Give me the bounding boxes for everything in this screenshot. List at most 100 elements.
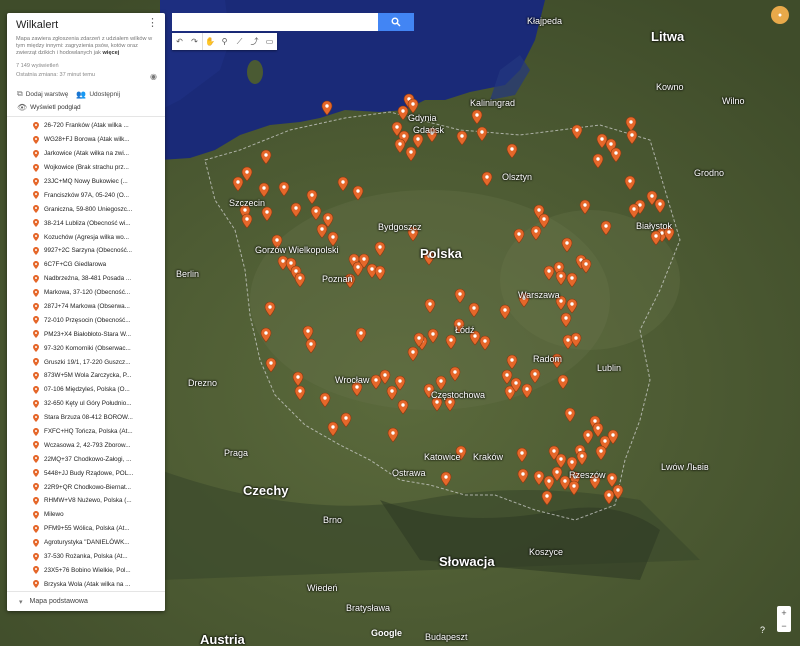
map-pin-icon: [33, 538, 39, 547]
map-pin-icon: [33, 510, 39, 519]
account-avatar[interactable]: ●: [771, 6, 789, 24]
google-logo: Google: [371, 628, 402, 638]
undo-icon[interactable]: ↶: [172, 33, 187, 50]
map-place-label: Kłajpeda: [527, 16, 563, 26]
preview-button[interactable]: 👁 Wyświetl podgląd: [7, 99, 165, 117]
list-item[interactable]: 5448+JJ Budy Rządowe, POL...: [7, 466, 165, 480]
list-item[interactable]: Brzyska Wola (Atak wilka na ...: [7, 577, 165, 591]
list-item[interactable]: Milewo: [7, 508, 165, 522]
list-item-label: Nadbrzeżna, 38-481 Posada ...: [44, 275, 132, 283]
map-place-label: Litwa: [651, 29, 685, 44]
map-toolbar: ↶ ↷ ✋ ⚲ ⟋ ⤴ ▭: [172, 33, 277, 50]
panel-actions: ⧉ Dodaj warstwę 👥 Udostępnij: [7, 81, 165, 99]
list-item[interactable]: FXFC+HQ Tończa, Polska (At...: [7, 425, 165, 439]
map-description: Mapa zawiera zgłoszenia zdarzeń z udział…: [16, 36, 156, 57]
redo-icon[interactable]: ↷: [187, 33, 202, 50]
zoom-in-icon[interactable]: +: [781, 608, 786, 618]
map-place-label: Kaliningrad: [470, 98, 516, 108]
share-button[interactable]: 👥 Udostępnij: [76, 89, 120, 99]
list-item[interactable]: Markowa, 37-120 (Obecność...: [7, 286, 165, 300]
zoom-control[interactable]: + −: [777, 606, 791, 632]
list-item[interactable]: 97-320 Komorniki (Obserwac...: [7, 341, 165, 355]
list-item-label: 38-214 Lubliza (Obecność wi...: [44, 219, 131, 227]
zoom-out-icon[interactable]: −: [781, 621, 786, 631]
list-item[interactable]: Franciszków 97A, 05-240 (O...: [7, 188, 165, 202]
ruler-icon[interactable]: ▭: [262, 33, 277, 50]
chevron-down-icon: ▾: [19, 598, 23, 606]
map-place-label: Lwów Львів: [661, 462, 709, 472]
search-button[interactable]: [378, 13, 414, 31]
list-item[interactable]: PFM9+55 Wólica, Polska (At...: [7, 522, 165, 536]
map-place-label: Radom: [533, 354, 563, 364]
map-pin-icon: [33, 483, 39, 492]
hand-icon[interactable]: ✋: [202, 33, 217, 50]
help-icon[interactable]: ?: [760, 625, 765, 635]
list-item-label: Gruszki 19/1, 17-220 Guszcz...: [44, 358, 131, 366]
list-item[interactable]: Wojkowice (Brak strachu prz...: [7, 161, 165, 175]
map-pin-icon: [33, 135, 39, 144]
list-item[interactable]: 287J+74 Markowa (Obserwa...: [7, 300, 165, 314]
list-item[interactable]: Gruszki 19/1, 17-220 Guszcz...: [7, 355, 165, 369]
map-place-label: Olsztyn: [502, 172, 533, 182]
visibility-icon[interactable]: ◉: [150, 72, 157, 81]
map-place-label: Bydgoszcz: [378, 222, 422, 232]
more-options-icon[interactable]: ⋮: [147, 18, 158, 29]
map-side-panel: Wilkalert ⋮ Mapa zawiera zgłoszenia zdar…: [7, 13, 165, 611]
map-pin-icon: [33, 441, 39, 450]
search-input[interactable]: [172, 13, 378, 31]
add-layer-icon: ⧉: [17, 89, 23, 98]
list-item[interactable]: 873W+5M Wola Zarczycka, P...: [7, 369, 165, 383]
list-item[interactable]: 9927+2C Sarzyna (Obecność...: [7, 244, 165, 258]
list-item[interactable]: 22MQ+37 Chodkowo-Załogi, ...: [7, 452, 165, 466]
map-place-label: Polska: [420, 246, 462, 261]
list-item[interactable]: 23JC+MQ Nowy Bukowiec (...: [7, 175, 165, 189]
list-item-label: 9927+2C Sarzyna (Obecność...: [44, 247, 133, 255]
list-item-label: 287J+74 Markowa (Obserwa...: [44, 303, 130, 311]
list-item[interactable]: 32-650 Kęty ul Góry Południo...: [7, 397, 165, 411]
list-item[interactable]: Nadbrzeżna, 38-481 Posada ...: [7, 272, 165, 286]
list-item[interactable]: RHMW+V8 Nużewo, Polska (...: [7, 494, 165, 508]
map-pin-icon: [33, 358, 39, 367]
map-place-label: Kraków: [473, 452, 504, 462]
list-item[interactable]: Wczasowa 2, 42-793 Zborow...: [7, 438, 165, 452]
map-place-label: Szczecin: [229, 198, 266, 208]
list-item[interactable]: 37-530 Rożanka, Polska (At...: [7, 550, 165, 564]
map-pin-icon: [33, 330, 39, 339]
add-layer-button[interactable]: ⧉ Dodaj warstwę: [17, 89, 68, 99]
list-item-label: 873W+5M Wola Zarczycka, P...: [44, 372, 132, 380]
list-item-label: Kozuchów (Agresja wilka wo...: [44, 233, 130, 241]
list-item[interactable]: WG28+FJ Borowa (Atak wilk...: [7, 133, 165, 147]
list-item[interactable]: Kozuchów (Agresja wilka wo...: [7, 230, 165, 244]
preview-label: Wyświetl podgląd: [30, 104, 81, 111]
draw-line-icon[interactable]: ⟋: [232, 33, 247, 50]
base-map-toggle[interactable]: ▾ Mapa podstawowa: [7, 591, 165, 611]
list-item[interactable]: 26-720 Franków (Atak wilka ...: [7, 119, 165, 133]
list-item-label: Jarkowice (Atak wilka na zwi...: [44, 150, 130, 158]
list-item[interactable]: Graniczna, 59-800 Uniegoszc...: [7, 202, 165, 216]
list-item-label: 97-320 Komorniki (Obserwac...: [44, 344, 131, 352]
map-place-label: Koszyce: [529, 547, 564, 557]
map-place-label: Grodno: [694, 168, 725, 178]
map-place-label: Kowno: [656, 82, 684, 92]
list-item[interactable]: 07-106 Międzyleś, Polska (O...: [7, 383, 165, 397]
list-item[interactable]: 6C7F+CG Giedlarowa: [7, 258, 165, 272]
share-label: Udostępnij: [89, 90, 121, 98]
list-item[interactable]: 22R9+QR Chodkowo-Biernat...: [7, 480, 165, 494]
list-item[interactable]: 38-214 Lubliza (Obecność wi...: [7, 216, 165, 230]
list-item[interactable]: Jarkowice (Atak wilka na zwi...: [7, 147, 165, 161]
more-link[interactable]: więcej: [102, 50, 119, 56]
list-item[interactable]: PM23+X4 Białobłoto-Stara W...: [7, 327, 165, 341]
list-item[interactable]: 72-010 Przęsocin (Obecność...: [7, 313, 165, 327]
list-item[interactable]: 23X5+76 Bobino Wielkie, Pol...: [7, 564, 165, 578]
list-item-label: 6C7F+CG Giedlarowa: [44, 261, 107, 269]
map-pin-icon: [33, 566, 39, 575]
last-change-text: Ostatnia zmiana: 37 minut temu: [16, 72, 95, 78]
directions-icon[interactable]: ⤴: [247, 33, 262, 50]
marker-icon[interactable]: ⚲: [217, 33, 232, 50]
list-item[interactable]: Stara Brzuza 08-412 BOROW...: [7, 411, 165, 425]
map-place-label: Katowice: [424, 452, 461, 462]
list-item[interactable]: Agroturystyka "DANIELÓWK...: [7, 536, 165, 550]
list-item-label: 5448+JJ Budy Rządowe, POL...: [44, 469, 134, 477]
map-place-label: Warszawa: [518, 290, 560, 300]
map-pin-icon: [33, 260, 39, 269]
